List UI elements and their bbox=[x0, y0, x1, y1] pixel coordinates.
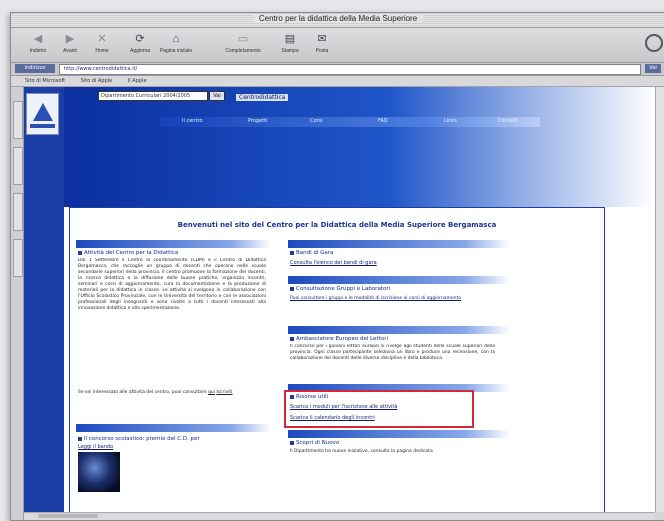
nav-item[interactable]: Links bbox=[444, 118, 457, 124]
activities-link[interactable]: qui bbox=[208, 390, 215, 395]
section-header-bar bbox=[288, 276, 510, 284]
left-nav-column bbox=[24, 87, 64, 512]
side-tab-favorites[interactable] bbox=[13, 101, 23, 139]
autofill-icon: ▭ bbox=[237, 33, 249, 45]
mail-button[interactable]: ✉ Posta bbox=[305, 31, 339, 59]
title-bar[interactable]: Centro per la didattica della Media Supe… bbox=[11, 13, 664, 28]
side-tab-search[interactable] bbox=[13, 193, 23, 231]
address-bar: Indirizzo http://www.centrodidattica.it/… bbox=[11, 63, 664, 76]
contest-image[interactable] bbox=[78, 452, 120, 492]
nav-item[interactable]: Progetti bbox=[248, 118, 268, 124]
house-icon: ⌂ bbox=[172, 33, 180, 45]
toolbar: ◀ Indietro ▶ Avanti ✕ Home ⟳ Aggiorna ⌂ Pagin… bbox=[11, 28, 664, 63]
section-header-bar bbox=[288, 430, 510, 438]
nav-item[interactable]: Corsi bbox=[310, 118, 323, 124]
contest-link[interactable]: Leggi il bando bbox=[78, 444, 113, 450]
explorer-side-strip bbox=[11, 87, 24, 520]
bullet-icon bbox=[290, 286, 294, 291]
bullet-icon bbox=[78, 250, 82, 255]
contest-title: Il concorso scolastico: premio del C.D. … bbox=[78, 436, 200, 442]
section-header-bar bbox=[288, 240, 510, 248]
go-button[interactable]: Vai bbox=[645, 64, 661, 73]
news-text: Il Dipartimento ha nuove iniziative, con… bbox=[290, 449, 433, 454]
readers-title: Ambasciatore Europeo dei Lettori bbox=[290, 336, 388, 342]
refresh-icon: ⟳ bbox=[135, 33, 145, 45]
forward-arrow-icon: ▶ bbox=[65, 33, 75, 45]
site-label: Centrodidattica bbox=[236, 94, 289, 101]
refresh-button[interactable]: ⟳ Aggiorna bbox=[123, 31, 157, 59]
print-button[interactable]: ▤ Stampa bbox=[273, 31, 307, 59]
side-tab-scrapbook[interactable] bbox=[13, 239, 23, 277]
readers-text: Il concorso per i giovani lettori europe… bbox=[290, 344, 495, 361]
browser-window: Centro per la didattica della Media Supe… bbox=[10, 12, 664, 521]
address-label: Indirizzo bbox=[15, 64, 55, 73]
bullet-icon bbox=[290, 336, 294, 341]
vertical-scrollbar[interactable] bbox=[655, 87, 664, 512]
main-navigation: Il centro Progetti Corsi FAQ Links Conta… bbox=[160, 117, 540, 127]
back-arrow-icon: ◀ bbox=[33, 33, 43, 45]
news-title: Scopri di Nuovo bbox=[290, 440, 339, 446]
welcome-heading: Benvenuti nel sito del Centro per la Did… bbox=[177, 221, 497, 229]
forward-button[interactable]: ▶ Avanti bbox=[53, 31, 87, 59]
favorite-item[interactable]: Sito di Microsoft bbox=[25, 78, 65, 84]
autofill-button[interactable]: ▭ Completamento bbox=[221, 31, 265, 59]
groups-text[interactable]: Puoi consultare i gruppi e le modalità d… bbox=[290, 296, 495, 302]
bullet-icon bbox=[290, 250, 294, 255]
printer-icon: ▤ bbox=[284, 33, 296, 45]
section-header-bar bbox=[76, 240, 271, 248]
section-header-bar bbox=[288, 326, 510, 334]
favorites-bar: Sito di Microsoft Sito di Apple Il Apple bbox=[11, 76, 664, 87]
favorite-item[interactable]: Il Apple bbox=[128, 78, 147, 84]
bullet-icon bbox=[290, 440, 294, 445]
homepage-button[interactable]: ⌂ Pagina iniziale bbox=[159, 31, 193, 59]
nav-item[interactable]: Il centro bbox=[182, 118, 202, 124]
favorite-item[interactable]: Sito di Apple bbox=[81, 78, 113, 84]
stop-button[interactable]: ✕ Home bbox=[85, 31, 119, 59]
groups-title: Consultazione Gruppi e Laboratori bbox=[290, 286, 390, 292]
site-logo[interactable] bbox=[26, 93, 59, 135]
nav-item[interactable]: FAQ bbox=[378, 118, 388, 124]
side-tab-history[interactable] bbox=[13, 147, 23, 185]
activities-more: Se sei interessato alle attività del cen… bbox=[78, 390, 233, 395]
mountain-icon bbox=[33, 103, 53, 121]
site-banner: Dipartimento Curriculari 2004/2005 Vai C… bbox=[64, 87, 655, 207]
bullet-icon bbox=[78, 436, 82, 441]
mail-icon: ✉ bbox=[317, 33, 327, 45]
home-icon: ✕ bbox=[97, 33, 107, 45]
page-content: Dipartimento Curriculari 2004/2005 Vai C… bbox=[24, 87, 655, 512]
activities-text: Dal 1 Settembre il Centro di coordinamen… bbox=[78, 258, 266, 311]
department-select[interactable]: Dipartimento Curriculari 2004/2005 bbox=[98, 91, 208, 101]
tenders-title: Bandi di Gara bbox=[290, 250, 333, 256]
tenders-link[interactable]: Consulta l'elenco dei bandi di gara bbox=[290, 260, 377, 266]
browser-logo-icon bbox=[645, 34, 663, 52]
nav-item[interactable]: Contatti bbox=[498, 118, 518, 124]
window-title: Centro per la didattica della Media Supe… bbox=[252, 14, 424, 23]
back-button[interactable]: ◀ Indietro bbox=[21, 31, 55, 59]
select-go-button[interactable]: Vai bbox=[209, 91, 225, 101]
subscribe-link[interactable]: Iscriviti bbox=[216, 390, 232, 395]
activities-title: Attività del Centro per la Didattica bbox=[78, 250, 178, 256]
highlight-box bbox=[284, 390, 474, 428]
address-input[interactable]: http://www.centrodidattica.it/ bbox=[59, 64, 641, 75]
scroll-thumb[interactable] bbox=[38, 514, 98, 518]
section-header-bar bbox=[76, 424, 271, 432]
main-panel: Benvenuti nel sito del Centro per la Did… bbox=[69, 207, 605, 512]
